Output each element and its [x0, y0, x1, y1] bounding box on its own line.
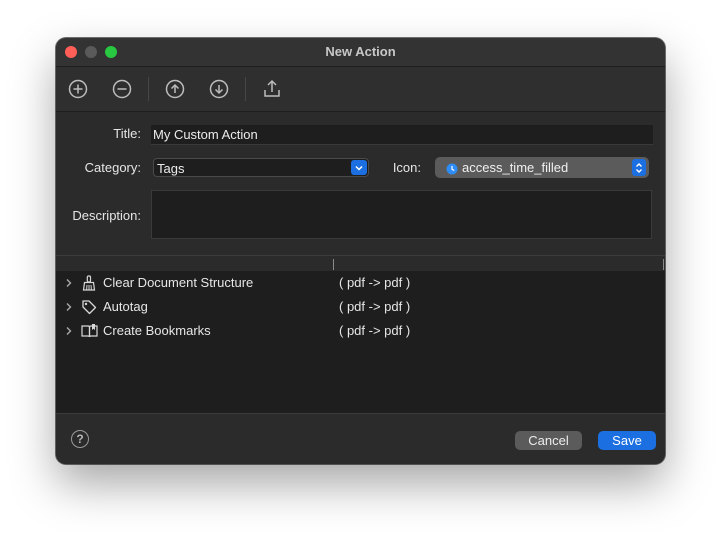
- add-action-button[interactable]: [66, 77, 90, 101]
- action-name: Create Bookmarks: [103, 323, 211, 338]
- arrow-down-circle-icon: [209, 79, 229, 99]
- list-header: [56, 255, 665, 272]
- toolbar-divider: [148, 77, 149, 101]
- dialog-footer: ? Cancel Save: [56, 413, 665, 464]
- disclosure-chevron-icon[interactable]: [65, 300, 73, 318]
- title-label: Title:: [113, 126, 141, 141]
- icon-label: Icon:: [392, 160, 421, 175]
- export-button[interactable]: [260, 77, 284, 101]
- toolbar-divider: [245, 77, 246, 101]
- broom-icon: [81, 275, 97, 296]
- disclosure-chevron-icon[interactable]: [65, 324, 73, 342]
- action-io: ( pdf -> pdf ): [339, 299, 411, 314]
- action-name: Autotag: [103, 299, 148, 314]
- list-item[interactable]: Autotag ( pdf -> pdf ): [56, 295, 665, 319]
- description-label: Description:: [72, 208, 141, 223]
- category-value: Tags: [157, 161, 185, 176]
- new-action-dialog: New Action Title: My Custom Action Categ…: [56, 38, 665, 464]
- remove-action-button[interactable]: [110, 77, 134, 101]
- window-title: New Action: [325, 44, 396, 59]
- title-bar: New Action: [56, 38, 665, 67]
- chevron-updown-icon: [632, 159, 646, 176]
- move-up-button[interactable]: [163, 77, 187, 101]
- action-io: ( pdf -> pdf ): [339, 275, 411, 290]
- icon-select[interactable]: access_time_filled: [435, 157, 649, 178]
- action-io: ( pdf -> pdf ): [339, 323, 411, 338]
- column-resize-handle[interactable]: [333, 259, 334, 270]
- title-input[interactable]: My Custom Action: [151, 125, 653, 145]
- move-down-button[interactable]: [207, 77, 231, 101]
- save-button[interactable]: Save: [598, 431, 656, 450]
- book-bookmark-icon: [81, 323, 99, 344]
- list-item[interactable]: Clear Document Structure ( pdf -> pdf ): [56, 271, 665, 295]
- cancel-button[interactable]: Cancel: [515, 431, 582, 450]
- disclosure-chevron-icon[interactable]: [65, 276, 73, 294]
- plus-circle-icon: [68, 79, 88, 99]
- help-button[interactable]: ?: [71, 430, 89, 448]
- category-select[interactable]: Tags: [153, 158, 369, 177]
- arrow-up-circle-icon: [165, 79, 185, 99]
- column-resize-handle[interactable]: [663, 259, 664, 270]
- list-item[interactable]: Create Bookmarks ( pdf -> pdf ): [56, 319, 665, 343]
- clock-icon: [446, 161, 458, 180]
- category-label: Category:: [84, 160, 141, 175]
- action-form: Title: My Custom Action Category: Tags I…: [56, 112, 665, 255]
- action-name: Clear Document Structure: [103, 275, 254, 290]
- actions-list: Clear Document Structure ( pdf -> pdf ) …: [56, 271, 665, 413]
- icon-value: access_time_filled: [462, 160, 569, 175]
- share-upload-icon: [264, 79, 280, 97]
- tag-icon: [81, 299, 97, 320]
- chevron-down-icon: [351, 160, 367, 175]
- description-textarea[interactable]: [151, 190, 652, 239]
- toolbar: [56, 67, 665, 112]
- minus-circle-icon: [112, 79, 132, 99]
